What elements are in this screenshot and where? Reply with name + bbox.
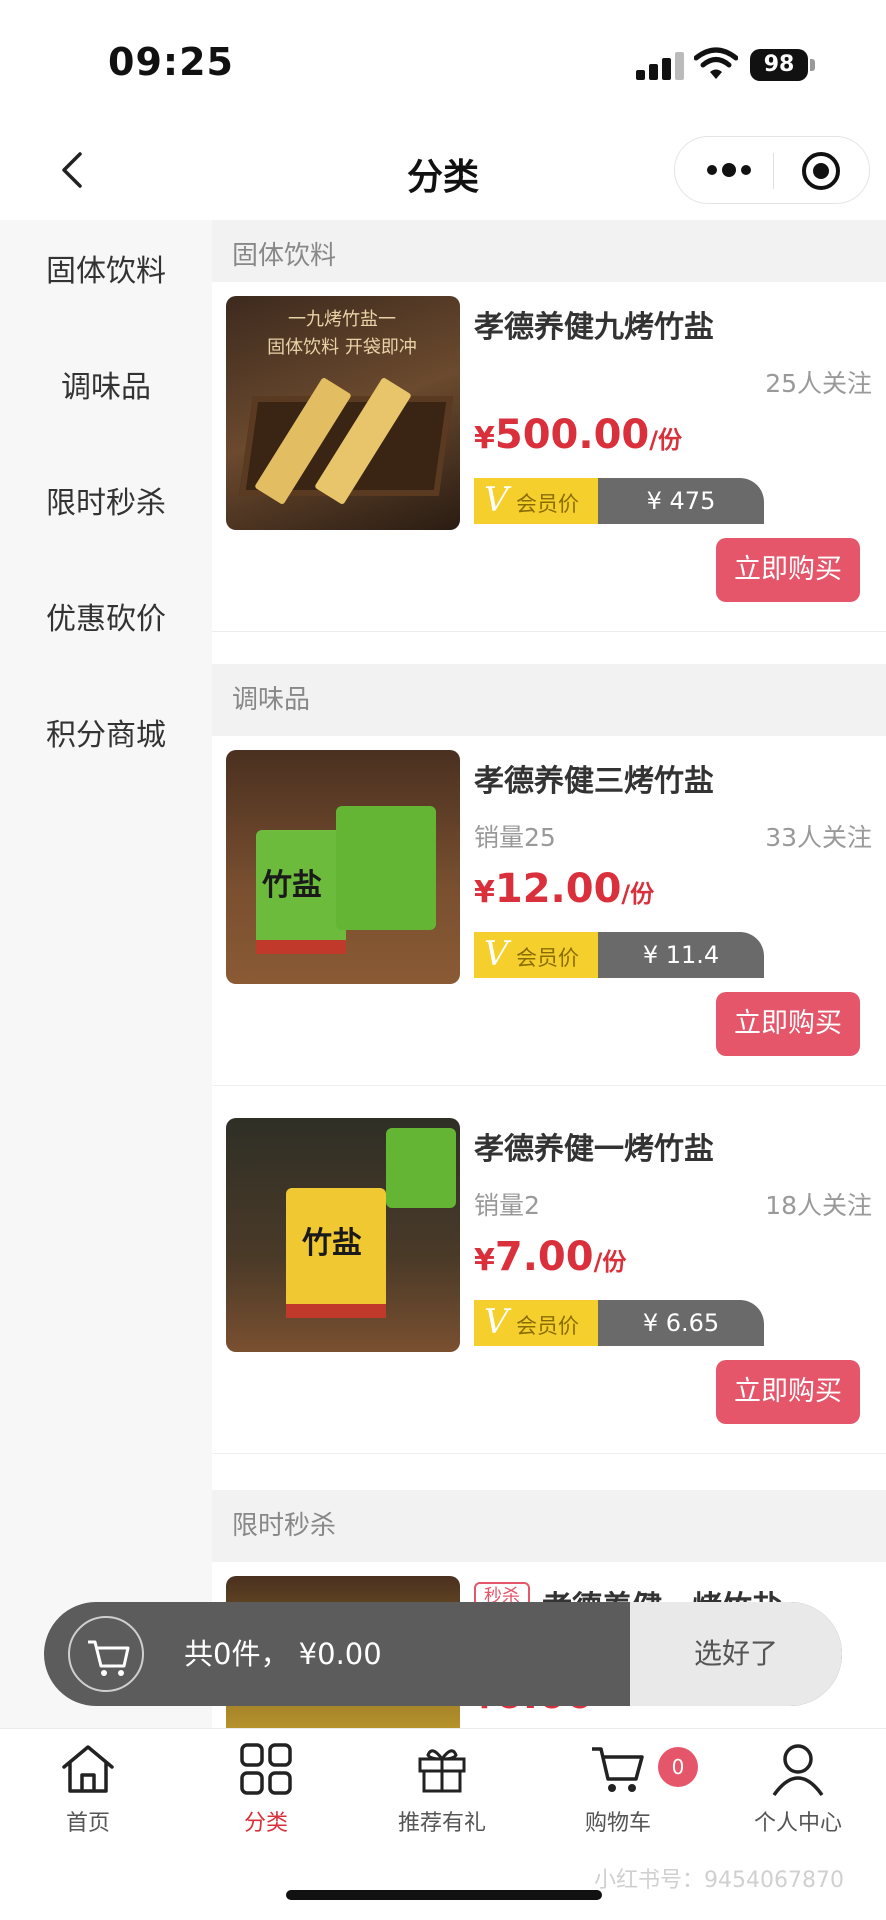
sidebar-item-points-mall[interactable]: 积分商城: [0, 710, 212, 754]
cart-icon[interactable]: [68, 1616, 144, 1692]
close-miniprogram-icon[interactable]: [801, 151, 841, 191]
product-card[interactable]: 竹盐 孝德养健三烤竹盐 销量25 33人关注 ¥12.00/份 V 会员价 ¥ 1…: [212, 736, 886, 1086]
follower-count: 25人关注: [765, 369, 872, 398]
member-price-value: ¥ 11.4: [598, 932, 764, 978]
product-image[interactable]: 竹盐: [226, 750, 460, 984]
category-sidebar: 固体饮料 调味品 限时秒杀 优惠砍价 积分商城: [0, 220, 212, 1730]
status-time: 09:25: [108, 40, 234, 84]
cart-summary-bar: 共0件， ¥0.00 选好了: [44, 1602, 842, 1706]
buy-now-button[interactable]: 立即购买: [716, 992, 860, 1056]
tab-label: 分类: [243, 1811, 288, 1836]
product-image[interactable]: 竹盐: [226, 1118, 460, 1352]
cart-total: 共0件， ¥0.00: [184, 1637, 382, 1671]
confirm-selection-button[interactable]: 选好了: [630, 1602, 842, 1706]
section-header: 调味品: [212, 664, 886, 736]
more-icon[interactable]: [705, 159, 755, 181]
member-price-tag: V 会员价 ¥ 11.4: [474, 932, 764, 978]
member-price-value: ¥ 475: [598, 478, 764, 524]
tab-label: 推荐有礼: [397, 1811, 486, 1836]
tab-label: 个人中心: [753, 1811, 842, 1836]
grid-icon: [240, 1743, 292, 1795]
battery-tip: [810, 59, 815, 71]
thumb-caption: 竹盐: [262, 868, 322, 903]
cart-count-badge: 0: [658, 1747, 698, 1787]
cart-icon: [592, 1747, 644, 1792]
thumb-caption: 竹盐: [302, 1226, 362, 1261]
tab-category[interactable]: 分类: [196, 1741, 336, 1861]
vip-icon: V: [484, 934, 509, 974]
product-price: ¥12.00/份: [474, 866, 655, 912]
home-icon: [62, 1745, 114, 1793]
cellular-signal-icon: [636, 50, 686, 80]
tab-home[interactable]: 首页: [18, 1741, 158, 1861]
miniprogram-capsule: [674, 136, 870, 204]
sales-count: 销量25: [474, 823, 556, 852]
product-name[interactable]: 孝德养健三烤竹盐: [474, 756, 714, 800]
product-list: 固体饮料 一九烤竹盐一 固体饮料 开袋即冲 孝德养健九烤竹盐 25人关注 ¥50…: [212, 220, 886, 1730]
vip-icon: V: [484, 480, 509, 520]
watermark: 小红书号：9454067870: [594, 1868, 844, 1893]
battery-indicator: 98: [750, 49, 808, 81]
status-bar: 09:25 98 分类: [0, 0, 886, 204]
sidebar-item-flash-sale[interactable]: 限时秒杀: [0, 478, 212, 522]
tab-label: 购物车: [584, 1811, 651, 1836]
product-card[interactable]: 一九烤竹盐一 固体饮料 开袋即冲 孝德养健九烤竹盐 25人关注 ¥500.00/…: [212, 282, 886, 632]
thumb-caption: 一九烤竹盐一 固体饮料 开袋即冲: [267, 309, 417, 358]
member-price-tag: V 会员价 ¥ 6.65: [474, 1300, 764, 1346]
sidebar-item-solid-drinks[interactable]: 固体饮料: [0, 246, 212, 290]
buy-now-button[interactable]: 立即购买: [716, 538, 860, 602]
product-price: ¥7.00/份: [474, 1234, 627, 1280]
home-indicator: [286, 1890, 602, 1900]
sales-count: 销量2: [474, 1191, 540, 1220]
sidebar-item-bargain[interactable]: 优惠砍价: [0, 594, 212, 638]
follower-count: 33人关注: [765, 823, 872, 852]
product-image[interactable]: 一九烤竹盐一 固体饮料 开袋即冲: [226, 296, 460, 530]
member-price-value: ¥ 6.65: [598, 1300, 764, 1346]
tab-referral[interactable]: 推荐有礼: [372, 1741, 512, 1861]
buy-now-button[interactable]: 立即购买: [716, 1360, 860, 1424]
product-price: ¥500.00/份: [474, 412, 682, 458]
gift-icon: [418, 1749, 466, 1793]
wifi-icon: [694, 47, 738, 79]
product-name[interactable]: 孝德养健一烤竹盐: [474, 1124, 714, 1168]
follower-count: 18人关注: [765, 1191, 872, 1220]
member-price-tag: V 会员价 ¥ 475: [474, 478, 764, 524]
tab-label: 首页: [65, 1811, 110, 1836]
product-name[interactable]: 孝德养健九烤竹盐: [474, 302, 714, 346]
user-icon: [772, 1744, 824, 1797]
sidebar-item-seasoning[interactable]: 调味品: [0, 362, 212, 406]
capsule-divider: [773, 153, 774, 189]
section-header: 限时秒杀: [212, 1490, 886, 1562]
vip-icon: V: [484, 1302, 509, 1342]
product-card[interactable]: 竹盐 孝德养健一烤竹盐 销量2 18人关注 ¥7.00/份 V 会员价 ¥ 6.6…: [212, 1104, 886, 1454]
tab-profile[interactable]: 个人中心: [728, 1741, 868, 1861]
